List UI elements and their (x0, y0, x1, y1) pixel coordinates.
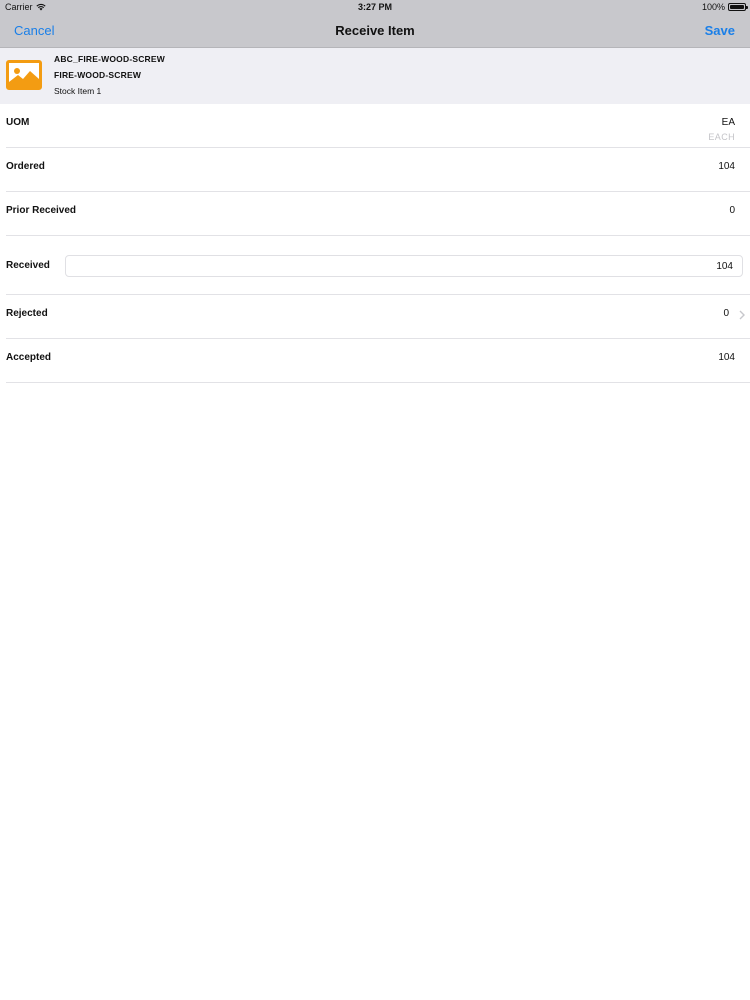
uom-label: UOM (6, 117, 30, 128)
navigation-bar: Cancel Receive Item Save (0, 14, 750, 48)
uom-row[interactable]: UOM EA EACH (6, 104, 750, 148)
rejected-value: 0 (723, 308, 729, 319)
chevron-right-icon (739, 310, 745, 320)
accepted-label: Accepted (6, 352, 52, 363)
item-header: ABC_FIRE-WOOD-SCREW FIRE-WOOD-SCREW Stoc… (0, 48, 750, 104)
save-button[interactable]: Save (705, 23, 735, 38)
item-code: ABC_FIRE-WOOD-SCREW (54, 54, 165, 64)
rejected-row[interactable]: Rejected 0 (6, 295, 750, 339)
battery-indicator: 100% (701, 2, 748, 12)
uom-value: EA (721, 117, 735, 128)
received-row: Received (6, 236, 750, 295)
status-bar: Carrier 3:27 PM 100% (0, 0, 750, 14)
status-time: 3:27 PM (357, 2, 392, 12)
rejected-label: Rejected (6, 308, 48, 319)
battery-percent: 100% (701, 2, 725, 12)
battery-icon (728, 3, 748, 11)
prior-received-value: 0 (729, 205, 735, 216)
image-placeholder-icon (6, 60, 42, 90)
accepted-row: Accepted 104 (6, 339, 750, 383)
ordered-value: 104 (718, 161, 735, 172)
receive-form: UOM EA EACH Ordered 104 Prior Received 0… (0, 104, 750, 383)
prior-received-label: Prior Received (6, 205, 77, 216)
accepted-value: 104 (718, 352, 735, 363)
item-name: FIRE-WOOD-SCREW (54, 70, 142, 80)
page-title: Receive Item (335, 23, 415, 38)
ordered-row: Ordered 104 (6, 148, 750, 192)
received-input[interactable] (65, 255, 743, 277)
prior-received-row: Prior Received 0 (6, 192, 750, 236)
received-label: Received (6, 260, 50, 271)
item-details: ABC_FIRE-WOOD-SCREW FIRE-WOOD-SCREW Stoc… (54, 53, 165, 99)
item-description: Stock Item 1 (54, 86, 102, 96)
ordered-label: Ordered (6, 161, 45, 172)
uom-description: EACH (708, 132, 735, 142)
